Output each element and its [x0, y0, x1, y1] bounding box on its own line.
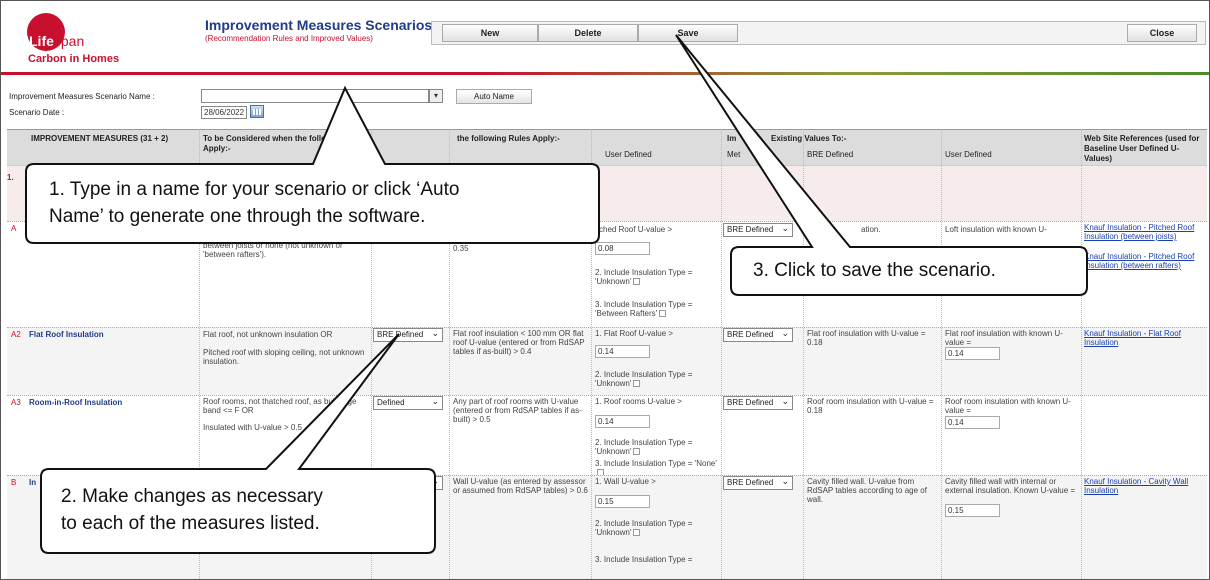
app-window: Lifespan Carbon in Homes Improvement Mea…: [0, 0, 1210, 580]
callout-3-bubble: [675, 34, 1088, 296]
callout-2-text: 2. Make changes as necessary to each of …: [61, 486, 323, 534]
callout-1-text: 1. Type in a name for your scenario or c…: [49, 179, 460, 227]
callout-3-text: 3. Click to save the scenario.: [753, 260, 996, 281]
